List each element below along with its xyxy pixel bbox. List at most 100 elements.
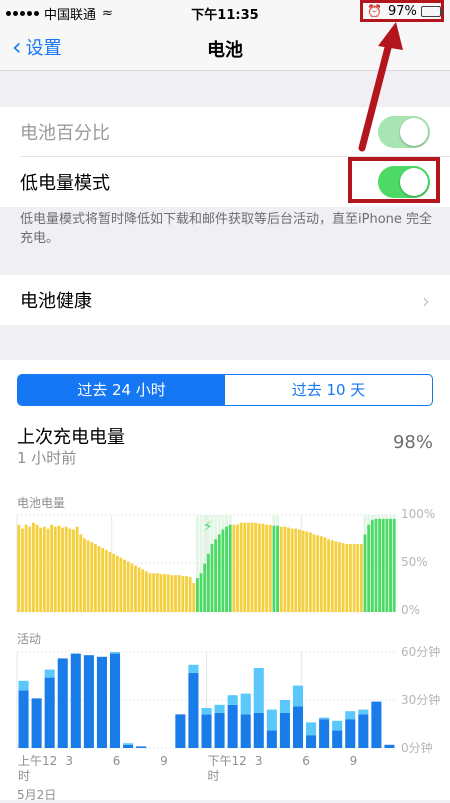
battery-bar <box>93 544 97 612</box>
activity-bar-screen-off <box>266 709 277 731</box>
battery-bar <box>250 522 254 612</box>
battery-bar <box>195 578 199 612</box>
battery-bar <box>159 574 163 612</box>
battery-bar <box>82 538 86 612</box>
battery-bar <box>57 525 61 612</box>
battery-bar <box>243 522 247 612</box>
activity-bar-screen-off <box>214 704 225 713</box>
battery-bar <box>119 557 123 612</box>
battery-bar <box>170 575 174 612</box>
battery-bar <box>210 544 214 612</box>
battery-bar <box>68 528 72 612</box>
activity-bar-screen-on <box>345 719 356 748</box>
battery-bar <box>75 526 79 612</box>
activity-bar-screen-off <box>358 709 369 715</box>
activity-bar-screen-on <box>96 656 107 748</box>
activity-bar-screen-off <box>345 711 356 720</box>
charging-bolt-icon: ⚡ <box>203 519 213 535</box>
battery-bar <box>276 525 279 612</box>
battery-bar <box>381 518 385 612</box>
battery-bar <box>214 539 218 612</box>
usage-charts: ⚡ <box>16 514 396 749</box>
battery-bar <box>90 542 94 612</box>
battery-bar <box>283 526 287 612</box>
battery-bar <box>199 573 203 612</box>
activity-bar-screen-on <box>70 653 81 748</box>
activity-bar-screen-off <box>18 680 29 691</box>
battery-bar <box>232 524 236 612</box>
battery-bar <box>192 582 196 612</box>
battery-bar <box>104 549 108 612</box>
battery-bar <box>46 528 50 612</box>
battery-bar <box>272 525 276 612</box>
battery-bar <box>155 573 159 612</box>
activity-bar-screen-on <box>332 730 343 748</box>
battery-bar <box>312 534 316 612</box>
battery-bar <box>308 532 312 612</box>
activity-bar-screen-on <box>253 712 264 748</box>
battery-bar <box>228 524 232 612</box>
battery-bar <box>144 571 148 612</box>
battery-bar <box>367 524 371 612</box>
battery-bar <box>39 527 43 612</box>
battery-bar <box>17 524 21 612</box>
battery-bar <box>334 541 338 612</box>
activity-bar-screen-on <box>266 730 277 748</box>
battery-bar <box>31 522 35 612</box>
battery-bar <box>115 555 119 612</box>
battery-bar <box>21 528 24 612</box>
battery-bar <box>261 523 265 612</box>
battery-bar <box>265 524 269 612</box>
activity-bar-screen-on <box>279 712 290 748</box>
activity-bar-screen-off <box>188 664 199 673</box>
battery-bar <box>221 529 225 612</box>
activity-bar-screen-off <box>227 695 238 705</box>
activity-bar-screen-on <box>201 714 212 748</box>
activity-bar-screen-on <box>83 655 94 748</box>
battery-bar <box>385 518 389 612</box>
battery-bar <box>166 574 170 612</box>
activity-bar-screen-off <box>306 722 317 736</box>
activity-bar-screen-on <box>44 677 55 748</box>
battery-bar <box>349 544 352 612</box>
battery-bar <box>389 518 392 612</box>
battery-bar <box>268 524 272 612</box>
battery-bar <box>148 573 152 612</box>
battery-bar <box>24 524 28 612</box>
battery-bar <box>341 543 345 612</box>
battery-bar <box>254 522 258 612</box>
battery-bar <box>294 528 298 612</box>
battery-bar <box>123 559 126 612</box>
battery-bar <box>79 534 83 612</box>
activity-bar-screen-on <box>175 714 186 748</box>
battery-bar <box>225 526 228 612</box>
battery-bar <box>177 575 181 612</box>
activity-bar-screen-off <box>253 668 264 713</box>
battery-bar <box>323 537 327 612</box>
battery-bar <box>181 576 185 612</box>
battery-bar <box>378 518 382 612</box>
battery-bar <box>130 563 134 612</box>
battery-bar <box>374 518 378 612</box>
battery-bar <box>330 540 334 612</box>
activity-bar-screen-on <box>292 706 304 748</box>
activity-bar-screen-on <box>240 714 251 748</box>
battery-bar <box>86 540 90 612</box>
battery-bar <box>185 576 188 612</box>
battery-bar <box>126 561 130 612</box>
battery-bar <box>112 553 115 612</box>
battery-bar <box>305 531 309 612</box>
battery-bar <box>345 544 349 612</box>
battery-bar <box>239 522 243 612</box>
battery-bar <box>301 530 305 612</box>
activity-bar-screen-on <box>109 653 121 748</box>
activity-bar-screen-on <box>188 672 199 748</box>
battery-bar <box>279 526 283 612</box>
battery-bar <box>370 519 374 612</box>
activity-bar-screen-off <box>44 669 55 678</box>
battery-bar <box>163 574 167 612</box>
battery-bar <box>246 522 250 612</box>
battery-bar <box>141 569 145 612</box>
battery-bar <box>64 526 68 612</box>
battery-bar <box>134 565 137 612</box>
